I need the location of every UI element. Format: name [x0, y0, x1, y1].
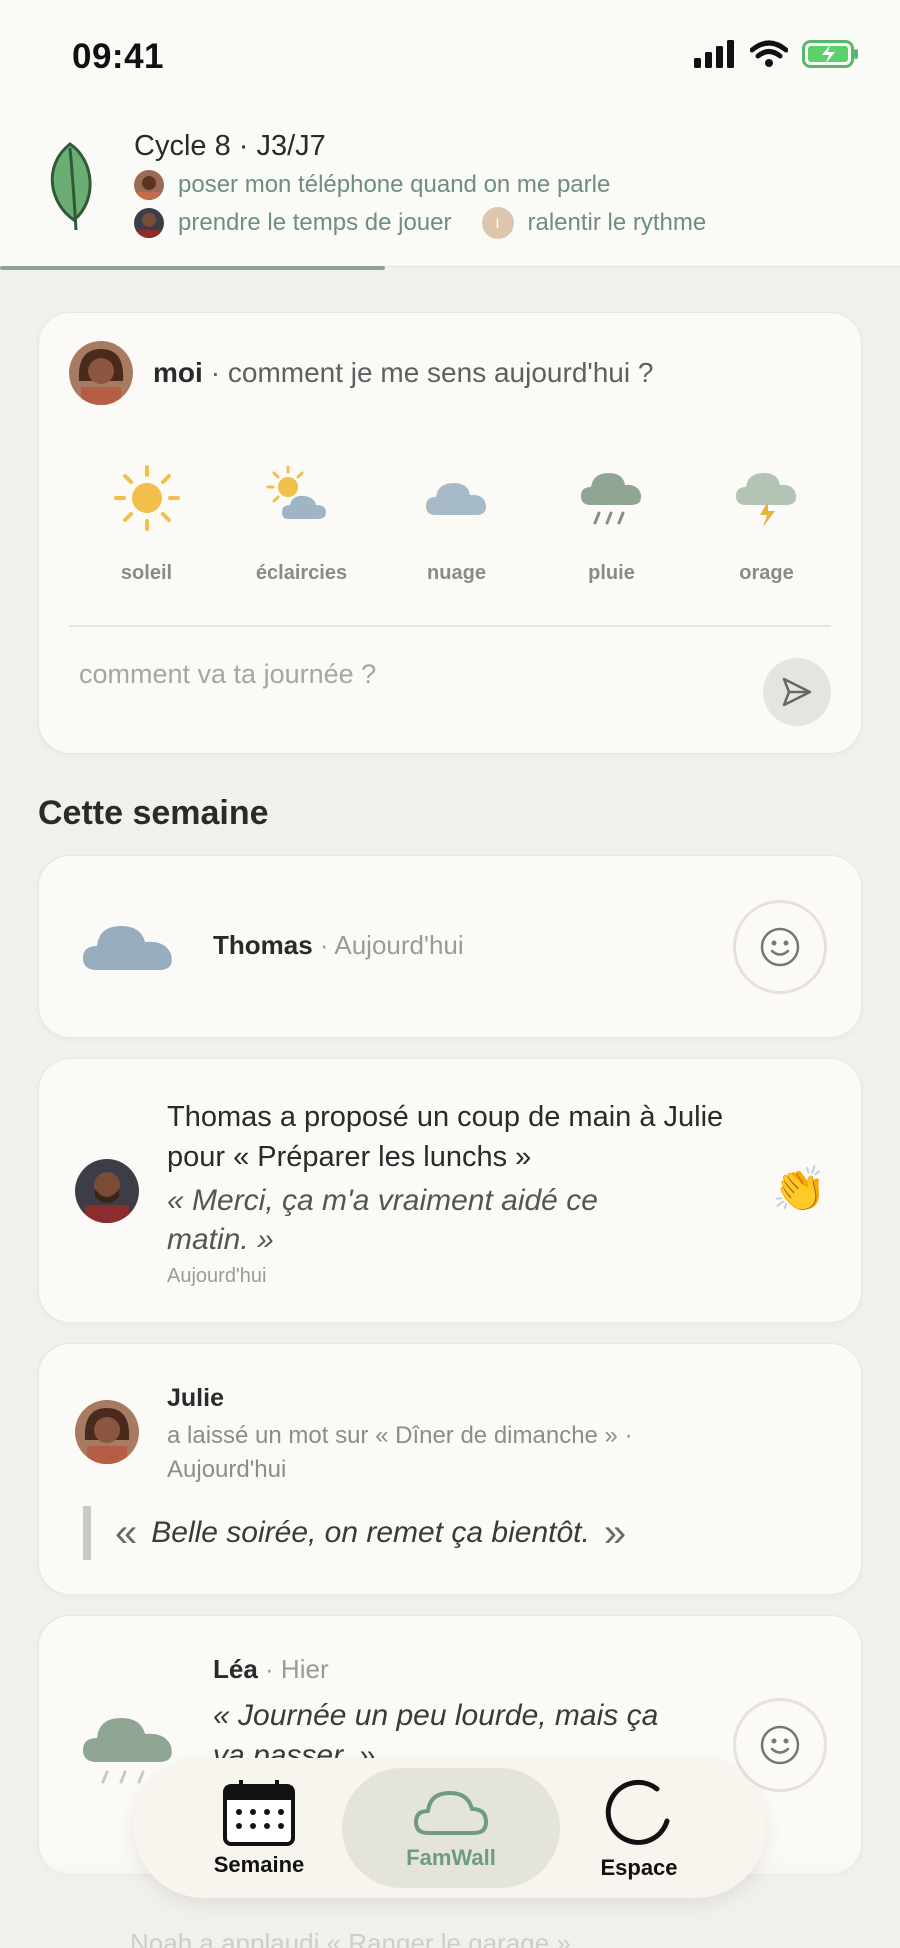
leaf-icon — [50, 142, 92, 231]
cycle-progress-bar — [0, 266, 385, 270]
tab-semaine[interactable]: Semaine — [174, 1758, 344, 1898]
status-time: 09:41 — [72, 37, 165, 76]
avatar — [69, 341, 133, 405]
battery-icon — [802, 40, 858, 68]
smiley-icon — [760, 927, 800, 967]
feed-header: Thomas · Aujourd'hui — [213, 930, 464, 961]
tab-espace[interactable]: Espace — [554, 1758, 724, 1898]
weather-label: orage — [739, 562, 794, 584]
circle-icon — [605, 1780, 670, 1845]
react-button[interactable] — [733, 900, 827, 994]
comment-input[interactable]: comment va ta journée ? — [79, 659, 376, 690]
divider — [69, 625, 831, 627]
quote-close-mark: » — [603, 1510, 627, 1555]
goal-item[interactable]: poser mon téléphone quand on me parle — [134, 170, 610, 200]
weather-option-eclaircies[interactable]: éclaircies — [224, 458, 379, 585]
question-text: · comment je me sens aujourd'hui ? — [210, 357, 654, 388]
weather-option-pluie[interactable]: pluie — [534, 458, 689, 585]
activity-text: Thomas a proposé un coup de main à Julie… — [167, 1101, 724, 1173]
rain-icon — [580, 473, 641, 525]
goal-label: ralentir le rythme — [527, 209, 707, 236]
author-name: Thomas — [213, 930, 313, 960]
goal-label: poser mon téléphone quand on me parle — [178, 171, 611, 198]
weather-label: pluie — [588, 562, 635, 584]
feed-item[interactable]: Thomas · Aujourd'hui — [38, 855, 862, 1038]
section-title: Cette semaine — [38, 794, 269, 832]
calendar-icon — [223, 1780, 295, 1846]
tab-label: FamWall — [406, 1845, 496, 1870]
author-name: Julie — [167, 1384, 224, 1412]
user-name: moi — [153, 357, 203, 388]
weather-option-orage[interactable]: orage — [689, 458, 844, 585]
quote-open-mark: « — [115, 1510, 138, 1555]
note-text: Belle soirée, on remet ça bientôt. — [151, 1516, 590, 1549]
tab-bar: Semaine FamWall Espace — [134, 1758, 766, 1898]
avatar — [75, 1159, 139, 1223]
goal-item[interactable]: prendre le temps de jouer I ralentir le … — [134, 207, 706, 239]
cloud-icon — [83, 926, 172, 970]
mood-question: moi · comment je me sens aujourd'hui ? — [69, 341, 653, 405]
avatar — [134, 208, 164, 238]
sun-cloud-icon — [266, 465, 326, 519]
weather-option-soleil[interactable]: soleil — [69, 458, 224, 585]
timestamp: · Aujourd'hui — [319, 930, 464, 960]
weather-label: soleil — [120, 562, 173, 584]
author-name: Léa — [213, 1654, 258, 1684]
cycle-title: Cycle 8 · J3/J7 — [134, 130, 326, 162]
avatar: I — [481, 207, 514, 239]
activity-quote: « Merci, ça m'a vraiment aidé ce matin. … — [167, 1184, 598, 1256]
sun-icon — [113, 465, 180, 531]
mood-card: moi · comment je me sens aujourd'hui ? s… — [38, 312, 862, 754]
avatar — [75, 1400, 139, 1464]
status-bar: 09:41 — [0, 0, 900, 110]
weather-label: nuage — [427, 562, 486, 584]
tab-famwall[interactable]: FamWall — [342, 1768, 560, 1888]
smiley-icon — [760, 1725, 800, 1765]
header: 09:41 Cycle 8 · J3/J7 poser mon téléphon… — [0, 0, 900, 270]
react-button[interactable] — [733, 1698, 827, 1792]
feed-header: Léa · Hier — [213, 1654, 329, 1685]
status-icons — [694, 40, 860, 68]
goal-label: prendre le temps de jouer — [178, 209, 452, 236]
clap-icon[interactable]: 👏 — [772, 1163, 827, 1215]
tab-label: Espace — [600, 1855, 678, 1880]
cloud-icon — [414, 1791, 488, 1835]
weather-label: éclaircies — [255, 562, 348, 584]
signal-icon — [694, 40, 734, 68]
feed-item[interactable]: Julie a laissé un mot sur « Dîner de dim… — [38, 1343, 862, 1595]
timestamp: · Hier — [265, 1654, 329, 1684]
avatar — [134, 170, 164, 200]
weather-options: soleil éclaircies nuage pluie orage — [69, 458, 844, 585]
tab-label: Semaine — [213, 1852, 305, 1877]
cloud-icon — [425, 483, 486, 515]
note-quote: « Belle soirée, on remet ça bientôt. » — [83, 1506, 626, 1560]
send-icon — [782, 677, 812, 707]
timestamp: Aujourd'hui — [167, 1265, 267, 1287]
wifi-icon — [750, 40, 788, 67]
weather-option-nuage[interactable]: nuage — [379, 458, 534, 585]
storm-icon — [735, 473, 796, 527]
activity-meta: a laissé un mot sur « Dîner de dimanche … — [167, 1422, 633, 1483]
feed-peek-text: Noah a applaudi « Ranger le garage » — [130, 1928, 571, 1948]
send-button[interactable] — [763, 658, 831, 726]
feed-item[interactable]: Thomas a proposé un coup de main à Julie… — [38, 1058, 862, 1323]
